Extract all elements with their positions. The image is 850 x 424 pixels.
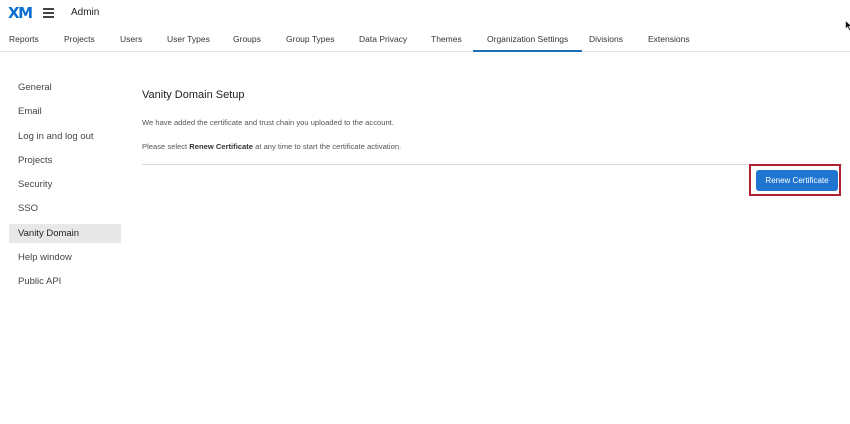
section-title: Vanity Domain Setup bbox=[142, 89, 245, 101]
tab-group-types[interactable]: Group Types bbox=[286, 34, 335, 44]
sidebar-item-projects[interactable]: Projects bbox=[9, 151, 121, 170]
tab-data-privacy[interactable]: Data Privacy bbox=[359, 34, 407, 44]
sidebar-item-general[interactable]: General bbox=[9, 78, 121, 97]
tab-themes[interactable]: Themes bbox=[431, 34, 462, 44]
app-title: Admin bbox=[71, 7, 100, 18]
sidebar-item-log-in-and-out[interactable]: Log in and log out bbox=[9, 127, 121, 146]
renew-instruction-message: Please select Renew Certificate at any t… bbox=[142, 142, 401, 151]
sidebar-item-sso[interactable]: SSO bbox=[9, 199, 121, 218]
top-bar: XM Admin bbox=[0, 0, 850, 27]
sidebar-item-vanity-domain[interactable]: Vanity Domain bbox=[9, 224, 121, 243]
instruction-suffix: at any time to start the certificate act… bbox=[253, 142, 402, 151]
admin-tab-bar: Reports Projects Users User Types Groups… bbox=[0, 27, 850, 52]
tab-extensions[interactable]: Extensions bbox=[648, 34, 690, 44]
instruction-prefix: Please select bbox=[142, 142, 190, 151]
certificate-added-message: We have added the certificate and trust … bbox=[142, 118, 394, 127]
tab-groups[interactable]: Groups bbox=[233, 34, 261, 44]
menu-icon[interactable] bbox=[43, 8, 54, 18]
tab-users[interactable]: Users bbox=[120, 34, 142, 44]
tab-divisions[interactable]: Divisions bbox=[589, 34, 623, 44]
section-divider bbox=[142, 164, 843, 165]
tab-projects[interactable]: Projects bbox=[64, 34, 95, 44]
xm-logo[interactable]: XM bbox=[8, 4, 33, 22]
renew-certificate-button[interactable]: Renew Certificate bbox=[756, 170, 838, 191]
sidebar-item-help-window[interactable]: Help window bbox=[9, 248, 121, 267]
tab-reports[interactable]: Reports bbox=[9, 34, 39, 44]
tab-organization-settings[interactable]: Organization Settings bbox=[472, 34, 583, 52]
sidebar-item-security[interactable]: Security bbox=[9, 175, 121, 194]
sidebar-item-email[interactable]: Email bbox=[9, 102, 121, 121]
tab-user-types[interactable]: User Types bbox=[167, 34, 210, 44]
sidebar-item-public-api[interactable]: Public API bbox=[9, 272, 121, 291]
instruction-bold: Renew Certificate bbox=[189, 142, 254, 151]
